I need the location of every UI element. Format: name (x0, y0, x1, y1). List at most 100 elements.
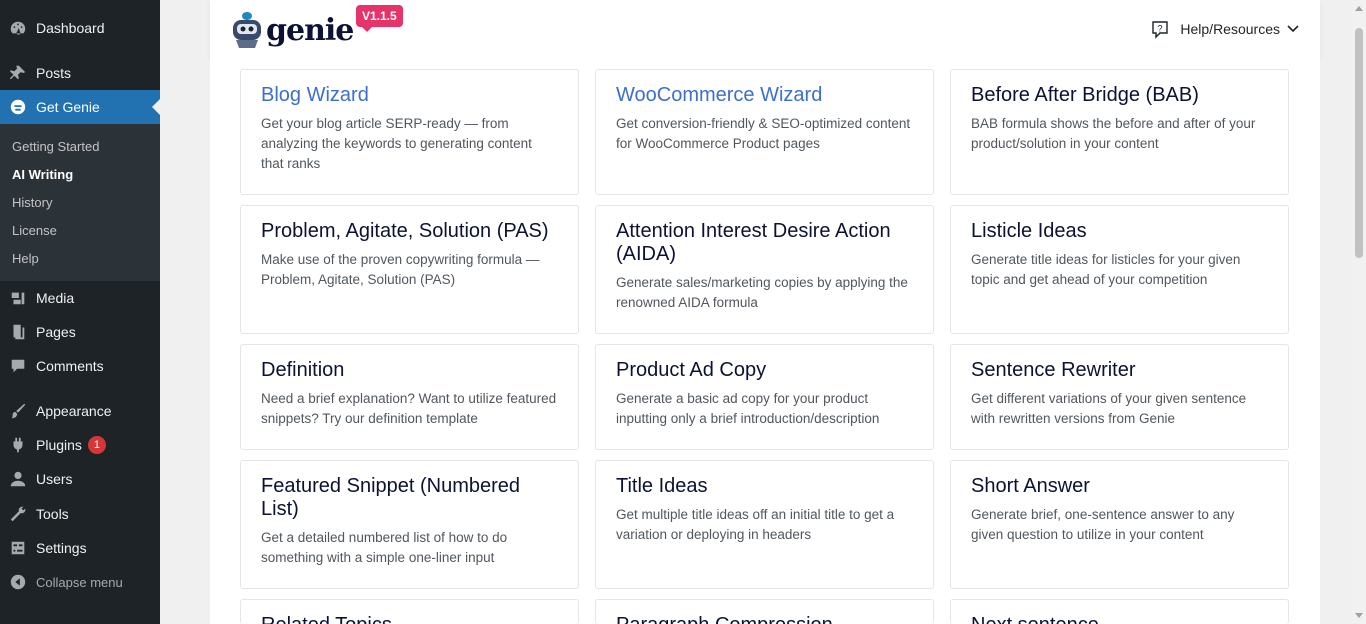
template-card-woocommerce-wizard[interactable]: WooCommerce Wizard Get conversion-friend… (595, 69, 934, 195)
users-icon (8, 469, 28, 489)
submenu-getting-started[interactable]: Getting Started (12, 139, 99, 154)
card-description: Make use of the proven copywriting formu… (261, 252, 540, 287)
sidebar-item-tools[interactable]: Tools (0, 497, 160, 531)
card-description: Get multiple title ideas off an initial … (616, 507, 895, 542)
card-title: Definition (261, 359, 345, 381)
sidebar-item-label: Settings (36, 540, 87, 556)
admin-sidebar: Dashboard Posts Get Genie Getting Starte… (0, 0, 160, 624)
template-card-bab[interactable]: Before After Bridge (BAB) BAB formula sh… (950, 69, 1289, 195)
card-title: Problem, Agitate, Solution (PAS) (261, 220, 549, 242)
template-card-title-ideas[interactable]: Title Ideas Get multiple title ideas off… (595, 460, 934, 589)
comments-icon (8, 356, 28, 376)
sidebar-item-posts[interactable]: Posts (0, 56, 160, 90)
template-card-listicle-ideas[interactable]: Listicle Ideas Generate title ideas for … (950, 205, 1289, 334)
card-description: Get different variations of your given s… (971, 391, 1247, 426)
card-title: Next sentence (971, 614, 1268, 624)
sidebar-item-label: Dashboard (36, 20, 105, 36)
sidebar-item-label: Get Genie (36, 99, 100, 115)
sidebar-item-settings[interactable]: Settings (0, 531, 160, 565)
card-description: Generate title ideas for listicles for y… (971, 252, 1241, 287)
scroll-down-arrow[interactable] (1355, 613, 1363, 618)
card-title: Related Topics (261, 614, 558, 624)
collapse-icon (8, 572, 28, 592)
card-title[interactable]: WooCommerce Wizard (616, 84, 913, 107)
help-resources-dropdown[interactable]: ? Help/Resources (1150, 19, 1300, 39)
active-indicator (152, 99, 160, 115)
pin-icon (8, 63, 28, 83)
help-resources-label: Help/Resources (1180, 21, 1280, 37)
sidebar-item-appearance[interactable]: Appearance (0, 394, 160, 428)
collapse-menu-label: Collapse menu (36, 574, 123, 590)
card-title[interactable]: Blog Wizard (261, 84, 558, 107)
card-title: Featured Snippet (Numbered List) (261, 475, 521, 520)
plugins-update-badge: 1 (87, 436, 106, 454)
sidebar-item-plugins[interactable]: Plugins 1 (0, 428, 160, 462)
genie-logo[interactable]: genie (230, 10, 354, 50)
template-card-short-answer[interactable]: Short Answer Generate brief, one-sentenc… (950, 460, 1289, 589)
template-card-product-ad-copy[interactable]: Product Ad Copy Generate a basic ad copy… (595, 344, 934, 450)
chevron-down-icon (1287, 25, 1299, 33)
sidebar-item-label: Appearance (36, 403, 112, 419)
card-description: Get your blog article SERP-ready — from … (261, 116, 532, 171)
sidebar-item-users[interactable]: Users (0, 462, 160, 496)
templates-panel: Blog Wizard Get your blog article SERP-r… (210, 58, 1320, 624)
genie-header: genie V1.1.5 ? Help/Resources (210, 0, 1320, 58)
sidebar-item-media[interactable]: Media (0, 281, 160, 315)
template-card-definition[interactable]: Definition Need a brief explanation? Wan… (240, 344, 579, 450)
sidebar-item-pages[interactable]: Pages (0, 315, 160, 349)
card-description: Need a brief explanation? Want to utiliz… (261, 391, 557, 426)
scrollbar-thumb[interactable] (1355, 28, 1363, 258)
submenu-ai-writing[interactable]: AI Writing (12, 167, 73, 182)
collapse-menu-button[interactable]: Collapse menu (0, 565, 160, 599)
sidebar-item-label: Plugins (36, 437, 82, 453)
sidebar-item-get-genie[interactable]: Get Genie (0, 90, 160, 124)
card-title: Sentence Rewriter (971, 359, 1136, 381)
template-card-next-sentence[interactable]: Next sentence (950, 599, 1289, 624)
card-description: Generate brief, one-sentence answer to a… (971, 507, 1235, 542)
card-title: Attention Interest Desire Action (AIDA) (616, 220, 891, 265)
scroll-up-arrow[interactable] (1355, 6, 1363, 11)
submenu-help[interactable]: Help (12, 251, 39, 266)
template-card-sentence-rewriter[interactable]: Sentence Rewriter Get different variatio… (950, 344, 1289, 450)
pages-icon (8, 322, 28, 342)
submenu-history[interactable]: History (12, 195, 52, 210)
wrench-icon (8, 504, 28, 524)
template-card-pas[interactable]: Problem, Agitate, Solution (PAS) Make us… (240, 205, 579, 334)
card-title: Paragraph Compression (616, 614, 913, 624)
card-description: BAB formula shows the before and after o… (971, 116, 1256, 151)
help-question-icon: ? (1152, 21, 1169, 39)
sidebar-item-label: Comments (36, 358, 104, 374)
sidebar-item-comments[interactable]: Comments (0, 349, 160, 383)
card-description: Generate sales/marketing copies by apply… (616, 275, 908, 310)
card-title: Title Ideas (616, 475, 708, 497)
sidebar-item-dashboard[interactable]: Dashboard (0, 11, 160, 45)
sidebar-item-label: Pages (36, 324, 76, 340)
brush-icon (8, 401, 28, 421)
media-icon (8, 288, 28, 308)
template-card-related-topics[interactable]: Related Topics (240, 599, 579, 624)
sidebar-item-label: Users (36, 471, 73, 487)
card-title: Short Answer (971, 475, 1090, 497)
main-content: genie V1.1.5 ? Help/Resources Blog Wizar… (160, 0, 1366, 624)
get-genie-submenu: Getting Started AI Writing History Licen… (0, 124, 160, 281)
page-scrollbar[interactable] (1352, 0, 1366, 624)
genie-robot-icon (230, 10, 264, 50)
plugin-icon (8, 435, 28, 455)
genie-icon (8, 97, 28, 117)
template-card-featured-snippet[interactable]: Featured Snippet (Numbered List) Get a d… (240, 460, 579, 589)
card-description: Get conversion-friendly & SEO-optimized … (616, 116, 911, 151)
dashboard-icon (8, 18, 28, 38)
template-card-aida[interactable]: Attention Interest Desire Action (AIDA) … (595, 205, 934, 334)
card-title: Product Ad Copy (616, 359, 767, 381)
version-badge: V1.1.5 (356, 5, 403, 32)
svg-text:?: ? (1158, 24, 1163, 34)
logo-wordmark: genie (266, 12, 354, 48)
sidebar-item-label: Media (36, 290, 75, 306)
card-description: Generate a basic ad copy for your produc… (616, 391, 880, 426)
sidebar-item-label: Tools (36, 506, 69, 522)
submenu-license[interactable]: License (12, 223, 57, 238)
card-description: Get a detailed numbered list of how to d… (261, 530, 508, 565)
card-title: Before After Bridge (BAB) (971, 84, 1199, 106)
template-card-paragraph-compression[interactable]: Paragraph Compression (595, 599, 934, 624)
template-card-blog-wizard[interactable]: Blog Wizard Get your blog article SERP-r… (240, 69, 579, 195)
